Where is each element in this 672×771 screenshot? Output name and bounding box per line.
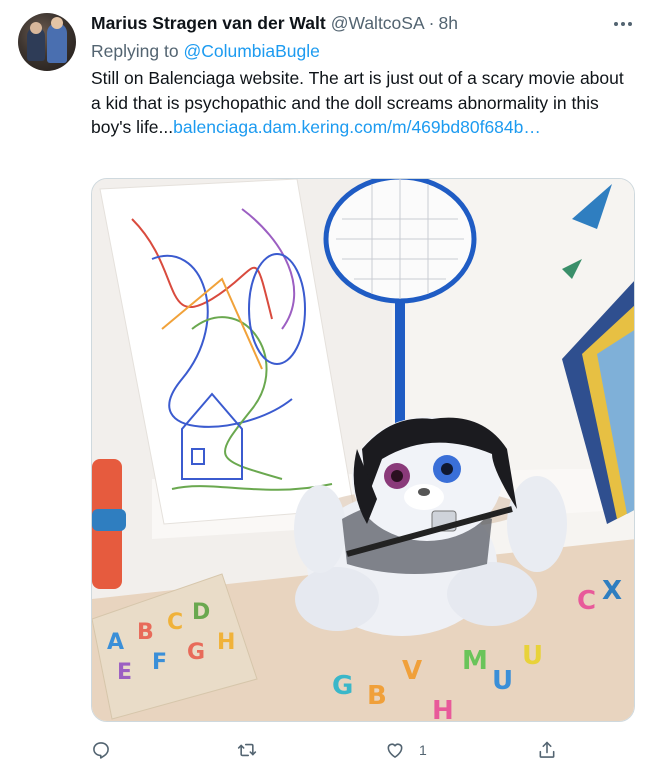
retweet-icon	[237, 743, 257, 757]
svg-text:A: A	[107, 630, 124, 655]
tweet-link[interactable]: balenciaga.dam.kering.com/m/469bd80f684b…	[173, 117, 541, 137]
svg-text:B: B	[367, 681, 387, 711]
tweet-media-photo[interactable]: AB CD EF GH GB VM UU CX H	[91, 178, 635, 722]
avatar[interactable]	[18, 13, 76, 71]
photo-illustration: AB CD EF GH GB VM UU CX H	[92, 179, 634, 722]
author-name[interactable]: Marius Stragen van der Walt	[91, 13, 326, 34]
svg-text:H: H	[432, 696, 454, 722]
tweet-header: Marius Stragen van der Walt @WaltcoSA · …	[91, 13, 458, 35]
svg-text:X: X	[602, 576, 622, 606]
svg-text:H: H	[217, 630, 235, 655]
tweet[interactable]: Marius Stragen van der Walt @WaltcoSA · …	[0, 0, 672, 771]
like-count: 1	[419, 742, 427, 758]
svg-text:F: F	[152, 650, 167, 675]
share-icon	[539, 741, 555, 758]
reply-button[interactable]	[91, 738, 125, 762]
more-icon[interactable]	[606, 12, 640, 36]
svg-text:G: G	[187, 640, 205, 665]
svg-text:C: C	[577, 586, 596, 616]
reply-icon	[93, 742, 109, 759]
retweet-button[interactable]	[237, 738, 271, 762]
svg-text:G: G	[332, 671, 353, 701]
share-button[interactable]	[537, 738, 557, 762]
author-handle[interactable]: @WaltcoSA	[331, 13, 425, 34]
separator-dot: ·	[428, 13, 435, 33]
svg-text:B: B	[137, 620, 154, 645]
svg-text:U: U	[522, 641, 543, 671]
replying-prefix: Replying to	[91, 41, 179, 61]
svg-text:M: M	[462, 646, 488, 676]
tweet-timestamp[interactable]: 8h	[438, 13, 457, 34]
svg-text:C: C	[167, 610, 183, 635]
svg-text:U: U	[492, 666, 513, 696]
replying-to: Replying to @ColumbiaBugle	[91, 41, 320, 62]
tweet-actions: 1	[91, 738, 561, 762]
svg-text:E: E	[117, 660, 132, 685]
svg-text:D: D	[192, 600, 210, 625]
replying-to-mention[interactable]: @ColumbiaBugle	[183, 41, 319, 61]
svg-text:V: V	[402, 656, 422, 686]
tweet-text: Still on Balenciaga website. The art is …	[91, 66, 631, 140]
like-button[interactable]: 1	[385, 738, 427, 762]
like-icon	[387, 743, 403, 758]
